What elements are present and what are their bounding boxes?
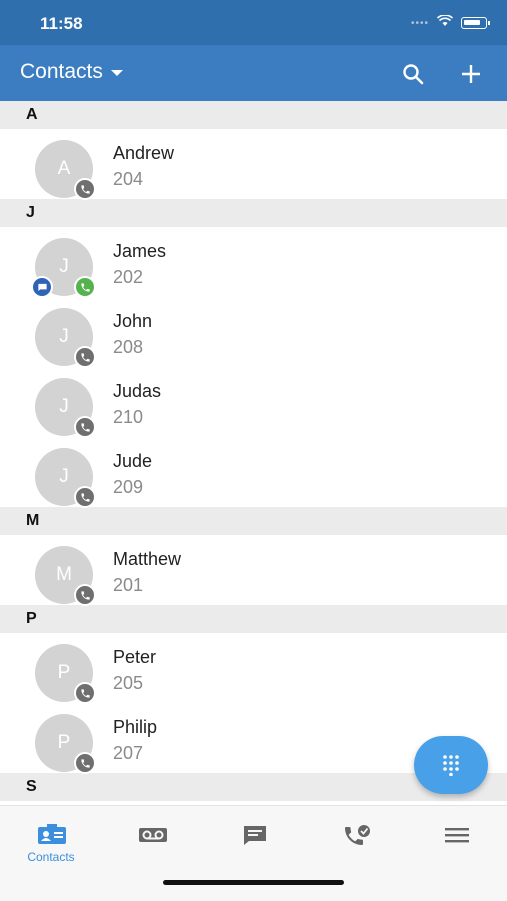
app-header: Contacts (0, 45, 507, 101)
nav-voicemail[interactable] (112, 818, 192, 868)
contact-name: John (113, 311, 153, 331)
section-header-m: M (0, 507, 507, 535)
wifi-icon (436, 14, 454, 32)
phone-icon (74, 416, 96, 438)
status-indicators: •••• (410, 14, 490, 32)
status-time: 11:58 (40, 14, 83, 33)
contact-row-john[interactable]: J John 208 (0, 297, 507, 368)
contacts-dropdown[interactable]: Contacts (20, 60, 123, 84)
contact-list[interactable]: A A Andrew 204 J J James 202 J John 208 … (0, 101, 507, 805)
contact-row-james[interactable]: J James 202 (0, 227, 507, 298)
battery-icon (461, 17, 490, 29)
contact-extension: 210 (113, 407, 144, 427)
contact-extension: 208 (113, 337, 144, 357)
menu-icon (445, 828, 469, 843)
contact-extension: 209 (113, 477, 144, 497)
nav-recent-calls[interactable] (316, 818, 396, 868)
status-bar: 11:58 •••• (0, 0, 507, 45)
home-indicator[interactable] (163, 880, 344, 885)
plus-icon (462, 65, 480, 83)
phone-icon (74, 346, 96, 368)
nav-contacts[interactable]: Contacts (11, 818, 91, 868)
section-header-j: J (0, 199, 507, 227)
section-header-a: A (0, 101, 507, 129)
contact-name: Philip (113, 717, 158, 737)
nav-messages[interactable] (214, 818, 294, 868)
search-icon (403, 64, 424, 85)
contact-name: Matthew (113, 549, 182, 569)
phone-available-icon (74, 276, 96, 298)
contact-extension: 202 (113, 267, 144, 287)
contact-row-andrew[interactable]: A Andrew 204 (0, 129, 507, 200)
search-button[interactable] (398, 59, 428, 89)
contact-row-jude[interactable]: J Jude 209 (0, 437, 507, 508)
add-contact-button[interactable] (456, 59, 486, 89)
page-title: Contacts (20, 60, 103, 83)
contact-row-peter[interactable]: P Peter 205 (0, 633, 507, 704)
voicemail-icon (139, 828, 167, 842)
contacts-card-icon (38, 824, 66, 844)
phone-icon (74, 752, 96, 774)
contact-row-matthew[interactable]: M Matthew 201 (0, 535, 507, 606)
dialpad-button[interactable] (414, 736, 488, 794)
phone-icon (74, 682, 96, 704)
contact-name: Judas (113, 381, 162, 401)
section-header-p: P (0, 605, 507, 633)
phone-icon (74, 486, 96, 508)
contact-name: Andrew (113, 143, 175, 163)
nav-menu[interactable] (417, 818, 497, 868)
contact-extension: 204 (113, 169, 144, 189)
message-icon (244, 826, 266, 845)
contact-name: Peter (113, 647, 157, 667)
dialpad-icon (443, 755, 459, 776)
caret-down-icon (110, 70, 123, 76)
contact-extension: 205 (113, 673, 144, 693)
signal-icon: •••• (410, 17, 429, 29)
nav-contacts-label: Contacts (27, 850, 75, 864)
bottom-nav: Contacts (0, 805, 507, 901)
contact-extension: 207 (113, 743, 144, 763)
recent-calls-icon (345, 825, 370, 845)
chat-icon (31, 276, 53, 298)
contact-row-judas[interactable]: J Judas 210 (0, 367, 507, 438)
contact-name: Jude (113, 451, 153, 471)
contact-name: James (113, 241, 167, 261)
phone-icon (74, 178, 96, 200)
phone-icon (74, 584, 96, 606)
contact-extension: 201 (113, 575, 144, 595)
